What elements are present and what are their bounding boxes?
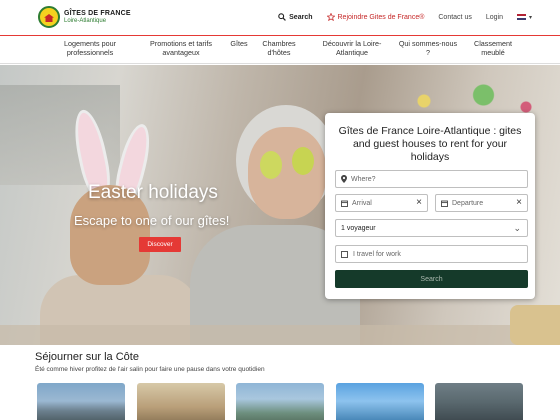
search-icon: [278, 13, 287, 21]
where-input[interactable]: Where?: [335, 170, 528, 188]
hero-table-decor: [0, 325, 560, 345]
join-link-label: Rejoindre Gites de France®: [337, 13, 425, 21]
travellers-value: 1 voyageur: [341, 224, 376, 232]
arrival-date-input[interactable]: Arrival ×: [335, 194, 428, 212]
contact-link-label: Contact us: [438, 13, 472, 21]
section-title: Séjourner sur la Côte: [35, 351, 139, 363]
site-logo[interactable]: GÎTES DE FRANCE Loire-Atlantique: [38, 6, 131, 28]
work-travel-label: I travel for work: [353, 250, 401, 258]
clear-departure-icon[interactable]: ×: [516, 198, 522, 208]
nav-item-logements-professionnels[interactable]: Logements pour professionnels: [52, 39, 128, 57]
join-link[interactable]: Rejoindre Gites de France®: [326, 13, 425, 21]
destination-card[interactable]: [137, 383, 225, 420]
location-pin-icon: [341, 175, 347, 183]
work-travel-option[interactable]: I travel for work: [335, 245, 528, 263]
where-placeholder: Where?: [351, 175, 376, 183]
gites-de-france-logo-icon: [38, 6, 60, 28]
calendar-icon: [341, 200, 348, 207]
search-link-label: Search: [289, 13, 313, 21]
nav-item-qui-sommes-nous[interactable]: Qui sommes-nous ?: [396, 39, 460, 57]
section-subtitle: Été comme hiver profitez de l'air salin …: [35, 366, 265, 373]
travellers-select[interactable]: 1 voyageur ⌄: [335, 219, 528, 237]
discover-button[interactable]: Discover: [139, 237, 181, 252]
top-header: GÎTES DE FRANCE Loire-Atlantique Search …: [0, 0, 560, 36]
main-nav: Logements pour professionnels Promotions…: [0, 36, 560, 64]
clear-arrival-icon[interactable]: ×: [416, 198, 422, 208]
destination-card[interactable]: [236, 383, 324, 420]
destination-card[interactable]: [336, 383, 424, 420]
hero-basket-decor: [510, 305, 560, 345]
coast-section: Séjourner sur la Côte Été comme hiver pr…: [0, 345, 560, 420]
easter-egg-right: [292, 147, 314, 175]
language-selector[interactable]: ▾: [516, 14, 532, 21]
chevron-down-icon: ▾: [528, 14, 532, 21]
star-icon: [326, 13, 335, 21]
logo-text: GÎTES DE FRANCE Loire-Atlantique: [64, 10, 131, 24]
work-travel-checkbox[interactable]: [341, 250, 348, 258]
nav-item-chambres-hotes[interactable]: Chambres d'hôtes: [256, 39, 302, 57]
hero-subtitle: Escape to one of our gîtes!: [74, 213, 230, 228]
hero-grandmother: [248, 127, 326, 219]
hero-title: Easter holidays: [88, 182, 218, 203]
search-panel-title: Gîtes de France Loire-Atlantique : gites…: [338, 125, 522, 164]
login-link[interactable]: Login: [486, 14, 503, 21]
calendar-icon: [441, 200, 448, 207]
logo-title: GÎTES DE FRANCE: [64, 10, 131, 17]
nav-item-classement-meuble[interactable]: Classement meublé: [468, 39, 518, 57]
easter-egg-left: [260, 151, 282, 179]
login-link-label: Login: [485, 13, 503, 21]
destination-card[interactable]: [435, 383, 523, 420]
nav-item-promotions[interactable]: Promotions et tarifs avantageux: [144, 39, 218, 57]
destination-card[interactable]: [37, 383, 125, 420]
departure-placeholder: Departure: [452, 199, 484, 207]
nav-item-decouvrir[interactable]: Découvrir la Loire-Atlantique: [318, 39, 386, 57]
arrival-placeholder: Arrival: [352, 199, 372, 207]
contact-link[interactable]: Contact us: [438, 14, 471, 21]
flag-uk-icon: [516, 14, 526, 20]
nav-item-gites[interactable]: Gîtes: [228, 39, 250, 49]
departure-date-input[interactable]: Departure ×: [435, 194, 528, 212]
chevron-down-icon: ⌄: [513, 223, 521, 233]
search-button[interactable]: Search: [335, 270, 528, 288]
search-link[interactable]: Search: [278, 13, 313, 21]
top-links: Search Rejoindre Gites de France® Contac…: [278, 13, 532, 21]
logo-subtitle: Loire-Atlantique: [64, 18, 107, 24]
